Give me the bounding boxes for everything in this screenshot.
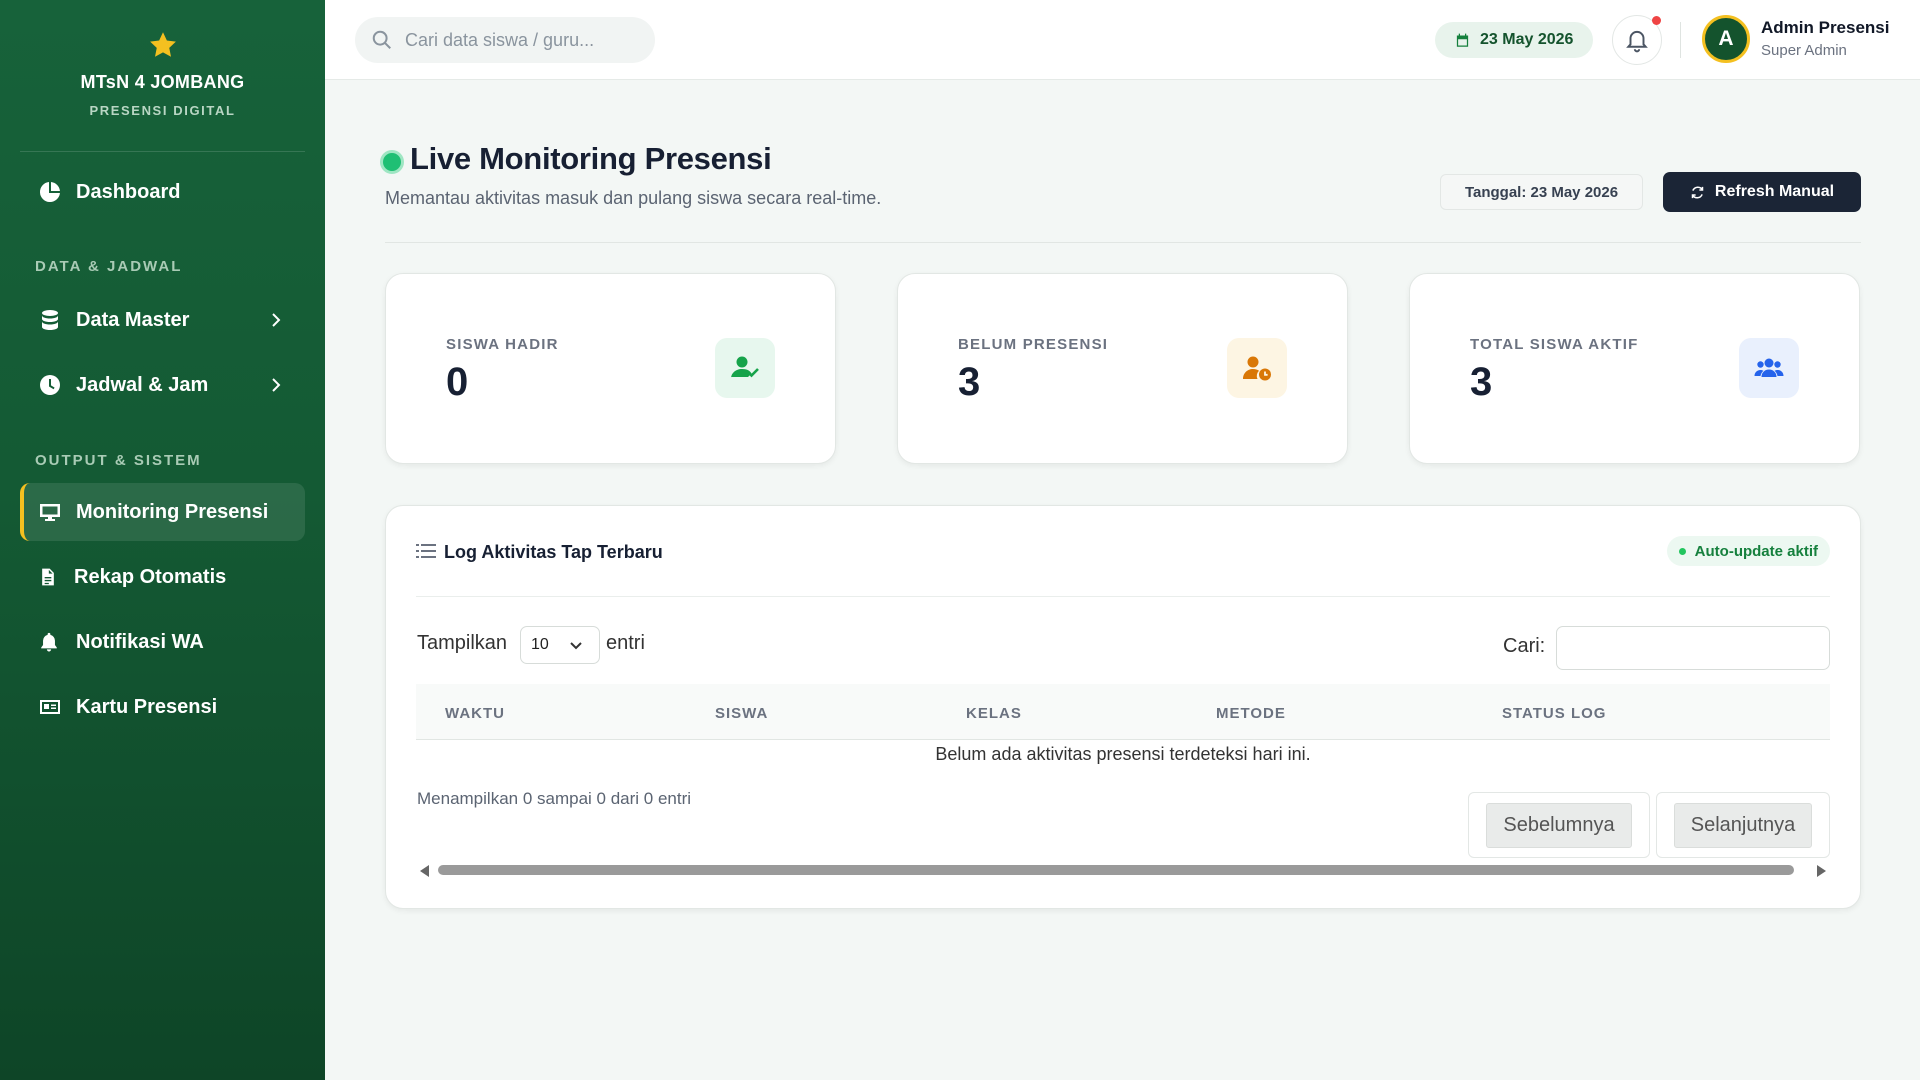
id-card-icon	[40, 700, 60, 714]
stat-value: 3	[958, 360, 981, 404]
brand-name: MTsN 4 JOMBANG	[80, 72, 245, 92]
sidebar-item-label: Kartu Presensi	[76, 695, 218, 718]
table-info: Menampilkan 0 sampai 0 dari 0 entri	[417, 789, 692, 808]
refresh-icon	[1691, 186, 1704, 198]
sidebar-item-data-master[interactable]: Data Master	[20, 291, 305, 349]
pagination: Sebelumnya Selanjutnya	[1468, 792, 1830, 858]
chevron-right-icon	[272, 378, 281, 392]
divider	[385, 242, 1861, 243]
sidebar-item-dashboard[interactable]: Dashboard	[20, 163, 305, 221]
sidebar-item-label: Notifikasi WA	[76, 630, 204, 653]
sidebar-item-label: Monitoring Presensi	[76, 500, 269, 523]
star-icon	[149, 32, 176, 57]
column-header-status[interactable]: STATUS LOG	[1502, 705, 1606, 722]
stat-card-belum: BELUM PRESENSI 3	[897, 273, 1348, 464]
brand-subtitle: PRESENSI DIGITAL	[89, 103, 236, 118]
table-search-input[interactable]	[1556, 626, 1830, 670]
stat-label: BELUM PRESENSI	[958, 336, 1109, 353]
column-header-metode[interactable]: METODE	[1216, 705, 1286, 722]
stat-card-total: TOTAL SISWA AKTIF 3	[1409, 273, 1860, 464]
column-header-siswa[interactable]: SISWA	[715, 705, 768, 722]
database-icon	[42, 310, 58, 330]
date-label: Tanggal: 23 May 2026	[1440, 174, 1643, 210]
search-box[interactable]	[355, 17, 655, 63]
search-icon	[372, 30, 391, 49]
prev-page-button[interactable]: Sebelumnya	[1468, 792, 1650, 858]
users-icon	[1739, 338, 1799, 398]
avatar[interactable]: A	[1702, 15, 1750, 63]
page-length-label: Tampilkan	[417, 632, 508, 654]
clock-icon	[40, 375, 60, 395]
stat-card-hadir: SISWA HADIR 0	[385, 273, 836, 464]
bell-icon	[41, 632, 57, 652]
desktop-icon	[40, 504, 60, 521]
refresh-button[interactable]: Refresh Manual	[1663, 172, 1861, 212]
user-clock-icon	[1227, 338, 1287, 398]
chevron-right-icon	[272, 313, 281, 327]
page-length-value: 10	[531, 636, 549, 653]
sidebar-item-notifikasi[interactable]: Notifikasi WA	[20, 613, 305, 671]
topbar: 23 May 2026 A Admin Presensi Super Admin	[325, 0, 1920, 80]
horizontal-scrollbar[interactable]	[416, 861, 1830, 879]
chart-pie-icon	[40, 182, 60, 202]
notification-button[interactable]	[1612, 15, 1662, 65]
sidebar-item-label: Data Master	[76, 308, 190, 331]
page-title: Live Monitoring Presensi	[410, 141, 772, 176]
sidebar: MTsN 4 JOMBANG PRESENSI DIGITAL Dashboar…	[0, 0, 325, 1080]
refresh-label: Refresh Manual	[1714, 183, 1835, 200]
page-subtitle: Memantau aktivitas masuk dan pulang sisw…	[385, 188, 882, 208]
user-role: Super Admin	[1761, 42, 1847, 59]
log-title: Log Aktivitas Tap Terbaru	[444, 542, 663, 562]
brand: MTsN 4 JOMBANG PRESENSI DIGITAL	[0, 0, 325, 152]
sidebar-section-output: OUTPUT & SISTEM	[35, 452, 202, 469]
search-input[interactable]	[405, 29, 625, 51]
divider	[416, 596, 1830, 597]
brand-divider	[20, 151, 305, 152]
scroll-left-icon[interactable]	[420, 865, 429, 877]
stat-value: 0	[446, 360, 469, 404]
activity-log-card: Log Aktivitas Tap Terbaru Auto-update ak…	[385, 505, 1861, 909]
list-icon	[416, 544, 436, 558]
stat-value: 3	[1470, 360, 1493, 404]
status-dot	[1678, 547, 1686, 555]
sidebar-item-kartu[interactable]: Kartu Presensi	[20, 678, 305, 736]
user-name: Admin Presensi	[1761, 18, 1890, 37]
next-page-button[interactable]: Selanjutnya	[1656, 792, 1830, 858]
sidebar-item-label: Jadwal & Jam	[76, 373, 209, 396]
sidebar-item-label: Dashboard	[76, 180, 181, 203]
page-length-suffix: entri	[606, 632, 645, 654]
next-page-label: Selanjutnya	[1673, 802, 1813, 848]
divider	[1680, 22, 1681, 58]
calendar-icon	[1456, 33, 1469, 47]
table-empty-row: Belum ada aktivitas presensi terdeteksi …	[935, 744, 1311, 764]
table-header: WAKTU SISWA KELAS METODE STATUS LOG	[416, 684, 1830, 740]
chevron-down-icon	[570, 642, 582, 650]
stat-label: TOTAL SISWA AKTIF	[1470, 336, 1639, 353]
scroll-right-icon[interactable]	[1817, 865, 1826, 877]
date-badge: 23 May 2026	[1435, 22, 1594, 58]
date-text: 23 May 2026	[1480, 31, 1574, 48]
auto-update-badge: Auto-update aktif	[1666, 536, 1830, 566]
stat-label: SISWA HADIR	[446, 336, 559, 353]
sidebar-item-monitoring[interactable]: Monitoring Presensi	[20, 483, 305, 541]
bell-icon	[1626, 30, 1648, 53]
sidebar-item-jadwal[interactable]: Jadwal & Jam	[20, 356, 305, 414]
page-length-select[interactable]: 10	[520, 626, 600, 664]
file-icon	[42, 568, 54, 586]
live-indicator	[380, 150, 404, 174]
sidebar-section-data: DATA & JADWAL	[35, 258, 183, 275]
user-check-icon	[715, 338, 775, 398]
scrollbar-thumb[interactable]	[438, 865, 1794, 875]
column-header-kelas[interactable]: KELAS	[966, 705, 1022, 722]
column-header-waktu[interactable]: WAKTU	[445, 705, 505, 722]
notification-dot	[1652, 16, 1661, 25]
sidebar-item-rekap[interactable]: Rekap Otomatis	[20, 548, 305, 606]
sidebar-item-label: Rekap Otomatis	[74, 565, 227, 588]
table-search-label: Cari:	[1503, 635, 1546, 657]
auto-update-label: Auto-update aktif	[1694, 542, 1818, 560]
prev-page-label: Sebelumnya	[1486, 802, 1632, 848]
